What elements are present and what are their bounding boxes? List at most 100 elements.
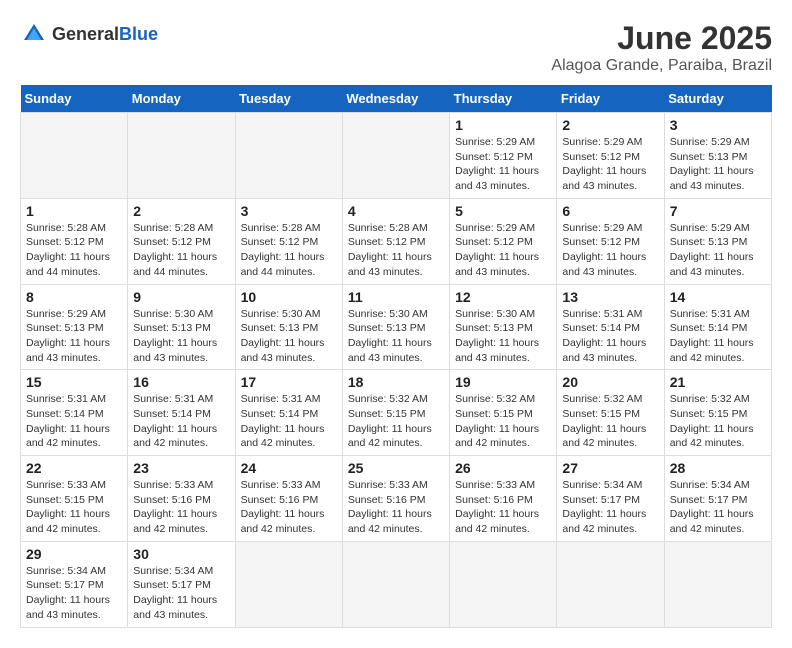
calendar-cell: 3Sunrise: 5:28 AMSunset: 5:12 PMDaylight… bbox=[235, 198, 342, 284]
calendar-cell bbox=[235, 541, 342, 627]
calendar-header: SundayMondayTuesdayWednesdayThursdayFrid… bbox=[21, 85, 772, 113]
calendar-cell bbox=[664, 541, 771, 627]
header-row: SundayMondayTuesdayWednesdayThursdayFrid… bbox=[21, 85, 772, 113]
day-number: 6 bbox=[562, 203, 658, 219]
calendar-cell: 11 Sunrise: 5:30 AMSunset: 5:13 PMDayligh… bbox=[342, 284, 449, 370]
calendar-cell: 8 Sunrise: 5:29 AMSunset: 5:13 PMDaylight… bbox=[21, 284, 128, 370]
calendar-title: June 2025 bbox=[551, 20, 772, 57]
day-number: 24 bbox=[241, 460, 337, 476]
calendar-cell bbox=[128, 113, 235, 199]
day-number: 22 bbox=[26, 460, 122, 476]
logo-icon bbox=[20, 20, 48, 48]
day-info: Sunrise: 5:31 AMSunset: 5:14 PMDaylight:… bbox=[133, 392, 229, 451]
logo-general: General bbox=[52, 24, 119, 44]
header-tuesday: Tuesday bbox=[235, 85, 342, 113]
calendar-cell: 5 Sunrise: 5:29 AMSunset: 5:12 PMDaylight… bbox=[450, 198, 557, 284]
day-number: 3 bbox=[241, 203, 337, 219]
calendar-cell: 22Sunrise: 5:33 AMSunset: 5:15 PMDayligh… bbox=[21, 456, 128, 542]
calendar-cell bbox=[342, 541, 449, 627]
calendar-cell bbox=[450, 541, 557, 627]
calendar-cell: 6 Sunrise: 5:29 AMSunset: 5:12 PMDaylight… bbox=[557, 198, 664, 284]
header-wednesday: Wednesday bbox=[342, 85, 449, 113]
calendar-cell: 25 Sunrise: 5:33 AMSunset: 5:16 PMDayligh… bbox=[342, 456, 449, 542]
day-number: 5 bbox=[455, 203, 551, 219]
day-number: 3 bbox=[670, 117, 766, 133]
day-info: Sunrise: 5:31 AMSunset: 5:14 PMDaylight:… bbox=[670, 307, 766, 366]
day-info: Sunrise: 5:34 AMSunset: 5:17 PMDaylight:… bbox=[562, 478, 658, 537]
calendar-cell bbox=[235, 113, 342, 199]
day-number: 29 bbox=[26, 546, 122, 562]
calendar-cell: 1 Sunrise: 5:29 AMSunset: 5:12 PMDaylight… bbox=[450, 113, 557, 199]
day-info: Sunrise: 5:29 AMSunset: 5:12 PMDaylight:… bbox=[562, 221, 658, 280]
calendar-cell: 28Sunrise: 5:34 AMSunset: 5:17 PMDayligh… bbox=[664, 456, 771, 542]
day-info: Sunrise: 5:30 AMSunset: 5:13 PMDaylight:… bbox=[133, 307, 229, 366]
calendar-cell: 2 Sunrise: 5:29 AMSunset: 5:12 PMDaylight… bbox=[557, 113, 664, 199]
day-info: Sunrise: 5:31 AMSunset: 5:14 PMDaylight:… bbox=[562, 307, 658, 366]
day-number: 13 bbox=[562, 289, 658, 305]
calendar-cell: 16Sunrise: 5:31 AMSunset: 5:14 PMDayligh… bbox=[128, 370, 235, 456]
calendar-cell: 10 Sunrise: 5:30 AMSunset: 5:13 PMDayligh… bbox=[235, 284, 342, 370]
day-info: Sunrise: 5:34 AMSunset: 5:17 PMDaylight:… bbox=[133, 564, 229, 623]
calendar-cell: 1 Sunrise: 5:28 AMSunset: 5:12 PMDaylight… bbox=[21, 198, 128, 284]
calendar-table: SundayMondayTuesdayWednesdayThursdayFrid… bbox=[20, 85, 772, 628]
day-info: Sunrise: 5:31 AMSunset: 5:14 PMDaylight:… bbox=[26, 392, 122, 451]
day-info: Sunrise: 5:29 AMSunset: 5:13 PMDaylight:… bbox=[26, 307, 122, 366]
calendar-cell: 7Sunrise: 5:29 AMSunset: 5:13 PMDaylight… bbox=[664, 198, 771, 284]
day-info: Sunrise: 5:33 AMSunset: 5:16 PMDaylight:… bbox=[455, 478, 551, 537]
header-thursday: Thursday bbox=[450, 85, 557, 113]
day-number: 19 bbox=[455, 374, 551, 390]
day-number: 27 bbox=[562, 460, 658, 476]
day-info: Sunrise: 5:29 AMSunset: 5:12 PMDaylight:… bbox=[455, 221, 551, 280]
day-number: 21 bbox=[670, 374, 766, 390]
day-info: Sunrise: 5:30 AMSunset: 5:13 PMDaylight:… bbox=[241, 307, 337, 366]
day-number: 1 bbox=[455, 117, 551, 133]
day-number: 4 bbox=[348, 203, 444, 219]
day-info: Sunrise: 5:30 AMSunset: 5:13 PMDaylight:… bbox=[348, 307, 444, 366]
day-info: Sunrise: 5:34 AMSunset: 5:17 PMDaylight:… bbox=[26, 564, 122, 623]
calendar-cell: 12Sunrise: 5:30 AMSunset: 5:13 PMDayligh… bbox=[450, 284, 557, 370]
week-row-3: 15Sunrise: 5:31 AMSunset: 5:14 PMDayligh… bbox=[21, 370, 772, 456]
header-sunday: Sunday bbox=[21, 85, 128, 113]
day-number: 10 bbox=[241, 289, 337, 305]
day-info: Sunrise: 5:32 AMSunset: 5:15 PMDaylight:… bbox=[562, 392, 658, 451]
day-number: 20 bbox=[562, 374, 658, 390]
day-number: 11 bbox=[348, 289, 444, 305]
day-number: 2 bbox=[133, 203, 229, 219]
week-row-1: 1 Sunrise: 5:28 AMSunset: 5:12 PMDaylight… bbox=[21, 198, 772, 284]
day-number: 14 bbox=[670, 289, 766, 305]
day-number: 26 bbox=[455, 460, 551, 476]
week-row-4: 22Sunrise: 5:33 AMSunset: 5:15 PMDayligh… bbox=[21, 456, 772, 542]
week-row-2: 8 Sunrise: 5:29 AMSunset: 5:13 PMDaylight… bbox=[21, 284, 772, 370]
calendar-cell: 14 Sunrise: 5:31 AMSunset: 5:14 PMDayligh… bbox=[664, 284, 771, 370]
calendar-cell: 4 Sunrise: 5:28 AMSunset: 5:12 PMDaylight… bbox=[342, 198, 449, 284]
day-info: Sunrise: 5:28 AMSunset: 5:12 PMDaylight:… bbox=[348, 221, 444, 280]
day-info: Sunrise: 5:33 AMSunset: 5:16 PMDaylight:… bbox=[348, 478, 444, 537]
day-number: 30 bbox=[133, 546, 229, 562]
day-info: Sunrise: 5:31 AMSunset: 5:14 PMDaylight:… bbox=[241, 392, 337, 451]
calendar-cell: 13 Sunrise: 5:31 AMSunset: 5:14 PMDayligh… bbox=[557, 284, 664, 370]
day-info: Sunrise: 5:29 AMSunset: 5:12 PMDaylight:… bbox=[455, 135, 551, 194]
week-row-5: 29 Sunrise: 5:34 AMSunset: 5:17 PMDayligh… bbox=[21, 541, 772, 627]
page-header: GeneralBlue June 2025 Alagoa Grande, Par… bbox=[20, 20, 772, 75]
logo: GeneralBlue bbox=[20, 20, 158, 48]
day-info: Sunrise: 5:28 AMSunset: 5:12 PMDaylight:… bbox=[133, 221, 229, 280]
day-info: Sunrise: 5:29 AMSunset: 5:13 PMDaylight:… bbox=[670, 221, 766, 280]
day-info: Sunrise: 5:28 AMSunset: 5:12 PMDaylight:… bbox=[26, 221, 122, 280]
day-number: 1 bbox=[26, 203, 122, 219]
calendar-cell: 9Sunrise: 5:30 AMSunset: 5:13 PMDaylight… bbox=[128, 284, 235, 370]
day-number: 25 bbox=[348, 460, 444, 476]
day-info: Sunrise: 5:32 AMSunset: 5:15 PMDaylight:… bbox=[455, 392, 551, 451]
week-row-0: 1 Sunrise: 5:29 AMSunset: 5:12 PMDaylight… bbox=[21, 113, 772, 199]
day-number: 8 bbox=[26, 289, 122, 305]
day-number: 17 bbox=[241, 374, 337, 390]
calendar-cell: 15Sunrise: 5:31 AMSunset: 5:14 PMDayligh… bbox=[21, 370, 128, 456]
day-number: 2 bbox=[562, 117, 658, 133]
calendar-cell: 2 Sunrise: 5:28 AMSunset: 5:12 PMDaylight… bbox=[128, 198, 235, 284]
day-info: Sunrise: 5:29 AMSunset: 5:12 PMDaylight:… bbox=[562, 135, 658, 194]
day-info: Sunrise: 5:29 AMSunset: 5:13 PMDaylight:… bbox=[670, 135, 766, 194]
day-number: 18 bbox=[348, 374, 444, 390]
calendar-cell: 24Sunrise: 5:33 AMSunset: 5:16 PMDayligh… bbox=[235, 456, 342, 542]
day-number: 28 bbox=[670, 460, 766, 476]
day-info: Sunrise: 5:33 AMSunset: 5:16 PMDaylight:… bbox=[133, 478, 229, 537]
title-area: June 2025 Alagoa Grande, Paraiba, Brazil bbox=[551, 20, 772, 75]
